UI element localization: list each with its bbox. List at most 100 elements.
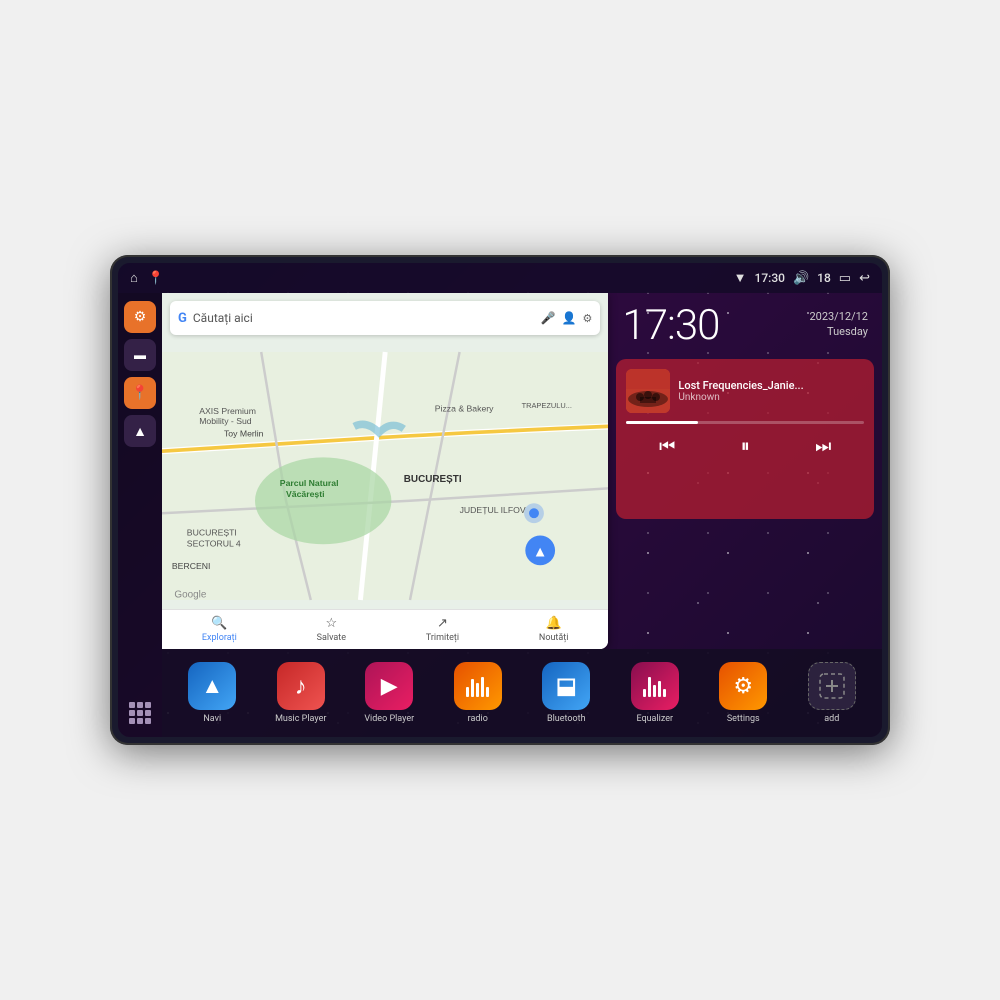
- bluetooth-icon-box: ⬓: [542, 662, 590, 710]
- svg-text:JUDEȚUL ILFOV: JUDEȚUL ILFOV: [460, 505, 526, 515]
- map-tab-news[interactable]: 🔔 Noutăți: [539, 616, 569, 643]
- volume-icon: 🔊: [793, 271, 809, 286]
- send-icon: ↗: [437, 616, 448, 631]
- sidebar-files-btn[interactable]: ▬: [124, 339, 156, 371]
- map-background: G Căutați aici 🎤 👤 ⚙: [162, 293, 608, 649]
- map-content-area: AXIS Premium Mobility - Sud Pizza & Bake…: [162, 343, 608, 609]
- svg-text:Google: Google: [174, 590, 206, 601]
- explore-icon: 🔍: [211, 616, 227, 631]
- svg-text:Parcul Natural: Parcul Natural: [280, 478, 339, 488]
- sidebar-maps-btn[interactable]: 📍: [124, 377, 156, 409]
- map-tab-saved[interactable]: ☆ Salvate: [317, 616, 346, 643]
- settings-icon-box: ⚙: [719, 662, 767, 710]
- files-icon: ▬: [134, 348, 146, 362]
- equalizer-icon: [643, 675, 666, 697]
- app-equalizer[interactable]: Equalizer: [613, 662, 698, 724]
- svg-text:Pizza & Bakery: Pizza & Bakery: [435, 404, 494, 414]
- center-content: G Căutați aici 🎤 👤 ⚙: [162, 293, 882, 737]
- back-icon[interactable]: ↩: [859, 271, 870, 286]
- grid-icon: [129, 702, 151, 724]
- nav-icon: ▲: [133, 423, 147, 440]
- device-outer: ⌂ 📍 ▼ 17:30 🔊 18 ▭ ↩ ⚙ ▬: [110, 255, 890, 745]
- map-search-input[interactable]: Căutați aici: [193, 311, 535, 325]
- app-bluetooth[interactable]: ⬓ Bluetooth: [524, 662, 609, 724]
- map-tab-news-label: Noutăți: [539, 633, 569, 643]
- app-music-player[interactable]: ♪ Music Player: [259, 662, 344, 724]
- bluetooth-label: Bluetooth: [547, 714, 586, 724]
- google-maps-icon: G: [178, 311, 187, 326]
- svg-text:BUCUREȘTI: BUCUREȘTI: [404, 474, 462, 485]
- svg-text:Văcărești: Văcărești: [286, 489, 325, 499]
- map-search-bar[interactable]: G Căutați aici 🎤 👤 ⚙: [170, 301, 600, 335]
- next-button[interactable]: ⏭: [807, 432, 839, 461]
- map-svg: AXIS Premium Mobility - Sud Pizza & Bake…: [162, 343, 608, 609]
- pause-button[interactable]: ⏸: [733, 432, 758, 461]
- navi-icon-box: ▲: [188, 662, 236, 710]
- equalizer-label: Equalizer: [636, 714, 673, 724]
- pin-icon: 📍: [131, 385, 148, 401]
- add-icon-box: [808, 662, 856, 710]
- battery-icon: ▭: [839, 271, 851, 286]
- status-bar-left: ⌂ 📍: [130, 270, 164, 286]
- map-tab-explore-label: Explorați: [202, 633, 237, 643]
- clock-day: Tuesday: [809, 324, 868, 339]
- radio-icon-box: [454, 662, 502, 710]
- mic-icon[interactable]: 🎤: [541, 311, 556, 325]
- svg-text:SECTORUL 4: SECTORUL 4: [187, 539, 241, 549]
- clock-time: 17:30: [622, 305, 719, 347]
- svg-text:AXIS Premium: AXIS Premium: [199, 406, 256, 416]
- app-add[interactable]: add: [790, 662, 875, 724]
- sidebar: ⚙ ▬ 📍 ▲: [118, 293, 162, 737]
- news-icon: 🔔: [546, 616, 562, 631]
- music-player-icon-box: ♪: [277, 662, 325, 710]
- svg-text:Toy Merlin: Toy Merlin: [224, 428, 264, 438]
- svg-text:▲: ▲: [533, 545, 548, 561]
- sidebar-apps-grid-btn[interactable]: [124, 697, 156, 729]
- bluetooth-icon: ⬓: [556, 674, 577, 699]
- app-radio[interactable]: radio: [436, 662, 521, 724]
- user-icon[interactable]: 👤: [562, 311, 577, 325]
- equalizer-icon-box: [631, 662, 679, 710]
- music-player-label: Music Player: [275, 714, 326, 724]
- map-tab-send-label: Trimiteți: [426, 633, 459, 643]
- map-bottom-bar: 🔍 Explorați ☆ Salvate ↗ Trimiteți: [162, 609, 608, 649]
- app-video-player[interactable]: ▶ Video Player: [347, 662, 432, 724]
- album-art: [626, 369, 670, 413]
- track-details: Lost Frequencies_Janie... Unknown: [678, 379, 864, 403]
- track-name: Lost Frequencies_Janie...: [678, 379, 864, 392]
- progress-fill: [626, 421, 697, 424]
- album-art-inner: [626, 369, 670, 413]
- svg-text:Mobility - Sud: Mobility - Sud: [199, 416, 252, 426]
- right-panel: 17:30 2023/12/12 Tuesday: [608, 293, 882, 649]
- navi-icon: ▲: [201, 673, 223, 699]
- settings-gear-icon: ⚙: [733, 674, 753, 699]
- play-icon: ▶: [381, 674, 398, 699]
- maps-status-icon[interactable]: 📍: [148, 271, 164, 286]
- svg-text:BERCENI: BERCENI: [172, 561, 210, 571]
- map-tab-explore[interactable]: 🔍 Explorați: [202, 616, 237, 643]
- map-tab-send[interactable]: ↗ Trimiteți: [426, 616, 459, 643]
- progress-bar[interactable]: [626, 421, 864, 424]
- music-widget: Lost Frequencies_Janie... Unknown ⏮ ⏸ ⏭: [616, 359, 874, 519]
- map-menu-icon[interactable]: ⚙: [583, 312, 593, 325]
- app-settings[interactable]: ⚙ Settings: [701, 662, 786, 724]
- map-tab-saved-label: Salvate: [317, 633, 346, 643]
- map-frame[interactable]: G Căutați aici 🎤 👤 ⚙: [162, 293, 608, 649]
- music-controls: ⏮ ⏸ ⏭: [626, 432, 864, 461]
- sidebar-navi-btn[interactable]: ▲: [124, 415, 156, 447]
- navi-label: Navi: [203, 714, 221, 724]
- map-container: G Căutați aici 🎤 👤 ⚙: [162, 293, 882, 649]
- settings-label: Settings: [727, 714, 760, 724]
- add-label: add: [824, 714, 839, 724]
- main-area: ⚙ ▬ 📍 ▲: [118, 293, 882, 737]
- saved-icon: ☆: [325, 616, 337, 631]
- radio-eq-icon: [466, 675, 489, 697]
- radio-label: radio: [468, 714, 488, 724]
- home-icon[interactable]: ⌂: [130, 270, 138, 286]
- svg-text:BUCUREȘTI: BUCUREȘTI: [187, 528, 237, 538]
- sidebar-settings-btn[interactable]: ⚙: [124, 301, 156, 333]
- app-navi[interactable]: ▲ Navi: [170, 662, 255, 724]
- battery-level: 18: [817, 271, 831, 285]
- music-note-icon: ♪: [295, 672, 307, 701]
- prev-button[interactable]: ⏮: [651, 432, 683, 461]
